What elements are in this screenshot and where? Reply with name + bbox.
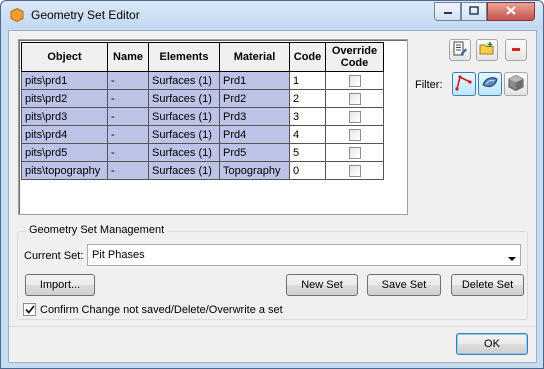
polyline-filter-icon (455, 74, 473, 95)
cell-name[interactable]: - (107, 161, 149, 180)
table-row[interactable]: pits\prd5 - Surfaces (1) Prd5 5 (21, 143, 384, 162)
cell-elements[interactable]: Surfaces (1) (148, 71, 220, 90)
close-button[interactable] (487, 2, 535, 21)
confirm-label[interactable]: Confirm Change not saved/Delete/Overwrit… (40, 304, 283, 316)
cell-code[interactable]: 5 (289, 143, 326, 162)
save-set-button[interactable]: Save Set (367, 274, 441, 296)
ok-button[interactable]: OK (456, 333, 528, 355)
column-header-object[interactable]: Object (21, 42, 108, 72)
table-row[interactable]: pits\prd4 - Surfaces (1) Prd4 4 (21, 125, 384, 144)
cell-object[interactable]: pits\prd1 (21, 71, 108, 90)
current-set-select[interactable]: Pit Phases (87, 244, 521, 266)
column-header-code[interactable]: Code (289, 42, 326, 72)
list-edit-icon (452, 41, 468, 60)
cell-material[interactable]: Prd3 (219, 107, 290, 126)
remove-icon (510, 43, 522, 58)
cell-override-code (325, 89, 384, 108)
override-code-checkbox[interactable] (348, 128, 361, 141)
minimize-icon (443, 6, 453, 18)
group-title: Geometry Set Management (26, 224, 168, 236)
filter-solids-button[interactable] (504, 72, 528, 96)
cell-material[interactable]: Topography (219, 161, 290, 180)
checkmark-icon (24, 305, 35, 314)
title-bar[interactable]: Geometry Set Editor (1, 1, 543, 29)
remove-button[interactable] (505, 39, 527, 61)
cell-name[interactable]: - (107, 89, 149, 108)
window-title: Geometry Set Editor (31, 8, 140, 22)
cell-material[interactable]: Prd2 (219, 89, 290, 108)
current-set-label: Current Set: (24, 250, 84, 262)
cell-name[interactable]: - (107, 125, 149, 144)
solid-filter-icon (507, 74, 525, 95)
cell-override-code (325, 161, 384, 180)
column-header-name[interactable]: Name (107, 42, 149, 72)
cell-elements[interactable]: Surfaces (1) (148, 89, 220, 108)
confirm-option: Confirm Change not saved/Delete/Overwrit… (23, 303, 283, 316)
divider (9, 326, 536, 327)
confirm-checkbox[interactable] (23, 303, 36, 316)
cell-override-code (325, 143, 384, 162)
override-code-checkbox[interactable] (348, 146, 361, 159)
current-set-value: Pit Phases (92, 249, 145, 261)
cell-code[interactable]: 2 (289, 89, 326, 108)
override-code-checkbox[interactable] (348, 92, 361, 105)
cell-elements[interactable]: Surfaces (1) (148, 125, 220, 144)
cell-override-code (325, 71, 384, 90)
cell-override-code (325, 125, 384, 144)
cell-override-code (325, 107, 384, 126)
close-icon (506, 5, 516, 18)
cell-elements[interactable]: Surfaces (1) (148, 143, 220, 162)
cell-object[interactable]: pits\topography (21, 161, 108, 180)
geometry-table: Object Name Elements Material Code Overr… (21, 42, 384, 180)
minimize-button[interactable] (434, 2, 461, 21)
column-header-override-code[interactable]: Override Code (325, 42, 384, 72)
table-row[interactable]: pits\prd2 - Surfaces (1) Prd2 2 (21, 89, 384, 108)
maximize-button[interactable] (461, 2, 487, 21)
cell-object[interactable]: pits\prd2 (21, 89, 108, 108)
column-header-material[interactable]: Material (219, 42, 290, 72)
cell-object[interactable]: pits\prd3 (21, 107, 108, 126)
filter-label: Filter: (415, 79, 443, 91)
maximize-icon (469, 5, 479, 18)
cell-object[interactable]: pits\prd4 (21, 125, 108, 144)
cell-name[interactable]: - (107, 71, 149, 90)
chevron-down-icon (508, 253, 516, 265)
dialog-client-area: Object Name Elements Material Code Overr… (8, 30, 537, 363)
import-button[interactable]: Import... (25, 274, 95, 296)
geometry-grid[interactable]: Object Name Elements Material Code Overr… (18, 39, 408, 215)
new-set-button[interactable]: New Set (286, 274, 358, 296)
cell-elements[interactable]: Surfaces (1) (148, 107, 220, 126)
cell-code[interactable]: 3 (289, 107, 326, 126)
edit-list-button[interactable] (449, 39, 471, 61)
cell-material[interactable]: Prd5 (219, 143, 290, 162)
folder-add-icon (479, 41, 495, 60)
geometry-set-editor-window: Geometry Set Editor Object Name Elements… (0, 0, 544, 369)
cell-material[interactable]: Prd1 (219, 71, 290, 90)
surface-filter-icon (481, 74, 499, 95)
filter-polylines-button[interactable] (452, 72, 476, 96)
add-folder-button[interactable] (476, 39, 498, 61)
cell-code[interactable]: 4 (289, 125, 326, 144)
cell-object[interactable]: pits\prd5 (21, 143, 108, 162)
override-code-checkbox[interactable] (348, 74, 361, 87)
table-row[interactable]: pits\prd3 - Surfaces (1) Prd3 3 (21, 107, 384, 126)
table-row[interactable]: pits\prd1 - Surfaces (1) Prd1 1 (21, 71, 384, 90)
table-row[interactable]: pits\topography - Surfaces (1) Topograph… (21, 161, 384, 180)
table-header-row: Object Name Elements Material Code Overr… (21, 42, 384, 72)
cell-code[interactable]: 0 (289, 161, 326, 180)
override-code-checkbox[interactable] (348, 110, 361, 123)
delete-set-button[interactable]: Delete Set (451, 274, 524, 296)
cell-material[interactable]: Prd4 (219, 125, 290, 144)
override-code-checkbox[interactable] (348, 164, 361, 177)
cell-name[interactable]: - (107, 107, 149, 126)
cell-name[interactable]: - (107, 143, 149, 162)
cell-code[interactable]: 1 (289, 71, 326, 90)
filter-surfaces-button[interactable] (478, 72, 502, 96)
cell-elements[interactable]: Surfaces (1) (148, 161, 220, 180)
column-header-elements[interactable]: Elements (148, 42, 220, 72)
hexagon-icon (10, 7, 24, 23)
